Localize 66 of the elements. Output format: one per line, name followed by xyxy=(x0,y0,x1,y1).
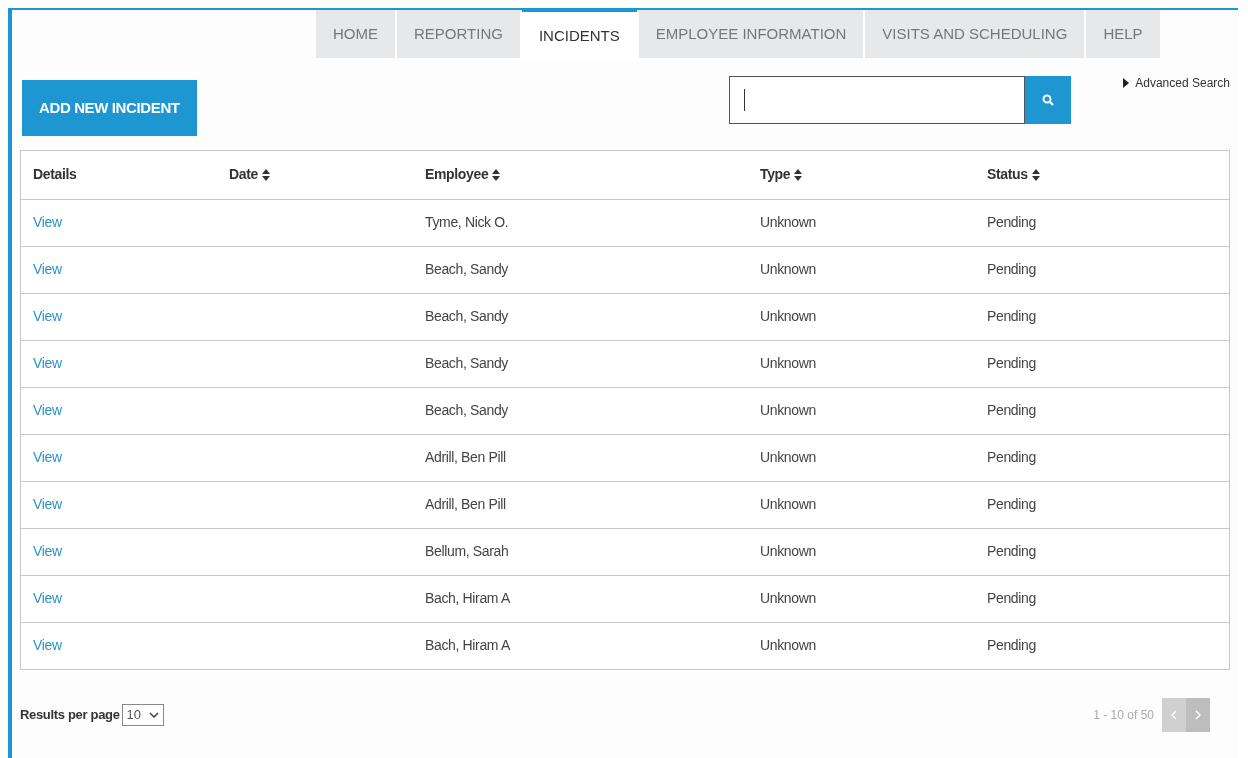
table-cell: Unknown xyxy=(760,214,816,230)
table-cell: Pending xyxy=(987,543,1036,559)
column-header[interactable]: Status xyxy=(987,164,1040,186)
sort-icon xyxy=(1031,168,1040,181)
table-cell: Bellum, Sarah xyxy=(425,543,509,559)
nav-tab[interactable]: VISITS AND SCHEDULING xyxy=(865,10,1085,58)
table-cell: Beach, Sandy xyxy=(425,402,508,418)
search-button[interactable] xyxy=(1025,76,1072,124)
caret-right-icon xyxy=(1123,78,1130,88)
table-cell: Unknown xyxy=(760,261,816,277)
column-header[interactable]: Date xyxy=(229,164,270,186)
view-link[interactable]: View xyxy=(33,214,62,230)
nav-tab[interactable]: EMPLOYEE INFORMATION xyxy=(638,10,864,58)
view-link[interactable]: View xyxy=(33,543,62,559)
table-cell: Unknown xyxy=(760,543,816,559)
table-cell: Pending xyxy=(987,496,1036,512)
search-field[interactable] xyxy=(729,76,1026,124)
sort-icon xyxy=(794,168,803,181)
table-cell: Unknown xyxy=(760,496,816,512)
table-cell: Pending xyxy=(987,261,1036,277)
sort-icon xyxy=(492,168,501,181)
table-cell: Unknown xyxy=(760,449,816,465)
table-cell: Pending xyxy=(987,308,1036,324)
view-link[interactable]: View xyxy=(33,355,62,371)
table-cell: Beach, Sandy xyxy=(425,355,508,371)
view-link[interactable]: View xyxy=(33,449,62,465)
table-cell: Pending xyxy=(987,449,1036,465)
column-header[interactable]: Type xyxy=(760,164,803,186)
table-cell: Adrill, Ben Pill xyxy=(425,449,506,465)
view-link[interactable]: View xyxy=(33,637,62,654)
add-incident-button[interactable]: ADD NEW INCIDENT xyxy=(22,80,197,136)
table-cell: Pending xyxy=(987,637,1036,654)
nav-tab[interactable]: REPORTING xyxy=(397,10,520,58)
table-cell: Bach, Hiram A xyxy=(425,590,510,606)
table-cell: Pending xyxy=(987,402,1036,418)
view-link[interactable]: View xyxy=(33,402,62,418)
advanced-search-link[interactable]: Advanced Search xyxy=(1135,74,1230,92)
table-cell: Pending xyxy=(987,355,1036,371)
view-link[interactable]: View xyxy=(33,261,62,277)
table-cell: Beach, Sandy xyxy=(425,261,508,277)
search-icon xyxy=(1042,94,1055,106)
table-cell: Pending xyxy=(987,214,1036,230)
chevron-down-icon xyxy=(149,712,160,718)
per-page-select[interactable]: 10 xyxy=(121,704,165,726)
table-cell: Adrill, Ben Pill xyxy=(425,496,506,512)
table-cell: Unknown xyxy=(760,355,816,371)
table-cell: Beach, Sandy xyxy=(425,308,508,324)
pagination-range: 1 - 10 of 50 xyxy=(1093,707,1154,724)
view-link[interactable]: View xyxy=(33,590,62,606)
table-cell: Unknown xyxy=(760,308,816,324)
view-link[interactable]: View xyxy=(33,308,62,324)
table-cell: Unknown xyxy=(760,402,816,418)
sort-icon xyxy=(261,168,270,181)
column-header: Details xyxy=(33,165,77,185)
nav-tab[interactable]: HOME xyxy=(316,10,395,58)
table-cell: Unknown xyxy=(760,637,816,654)
column-header[interactable]: Employee xyxy=(425,164,501,186)
table-cell: Bach, Hiram A xyxy=(425,637,510,654)
chevron-right-icon xyxy=(1195,710,1201,720)
table-cell: Unknown xyxy=(760,590,816,606)
table-cell: Tyme, Nick O. xyxy=(425,214,509,230)
results-per-page-label: Results per page xyxy=(20,706,120,725)
view-link[interactable]: View xyxy=(33,496,62,512)
nav-tab[interactable]: HELP xyxy=(1086,10,1160,58)
chevron-left-icon xyxy=(1171,710,1177,720)
table-cell: Pending xyxy=(987,590,1036,606)
